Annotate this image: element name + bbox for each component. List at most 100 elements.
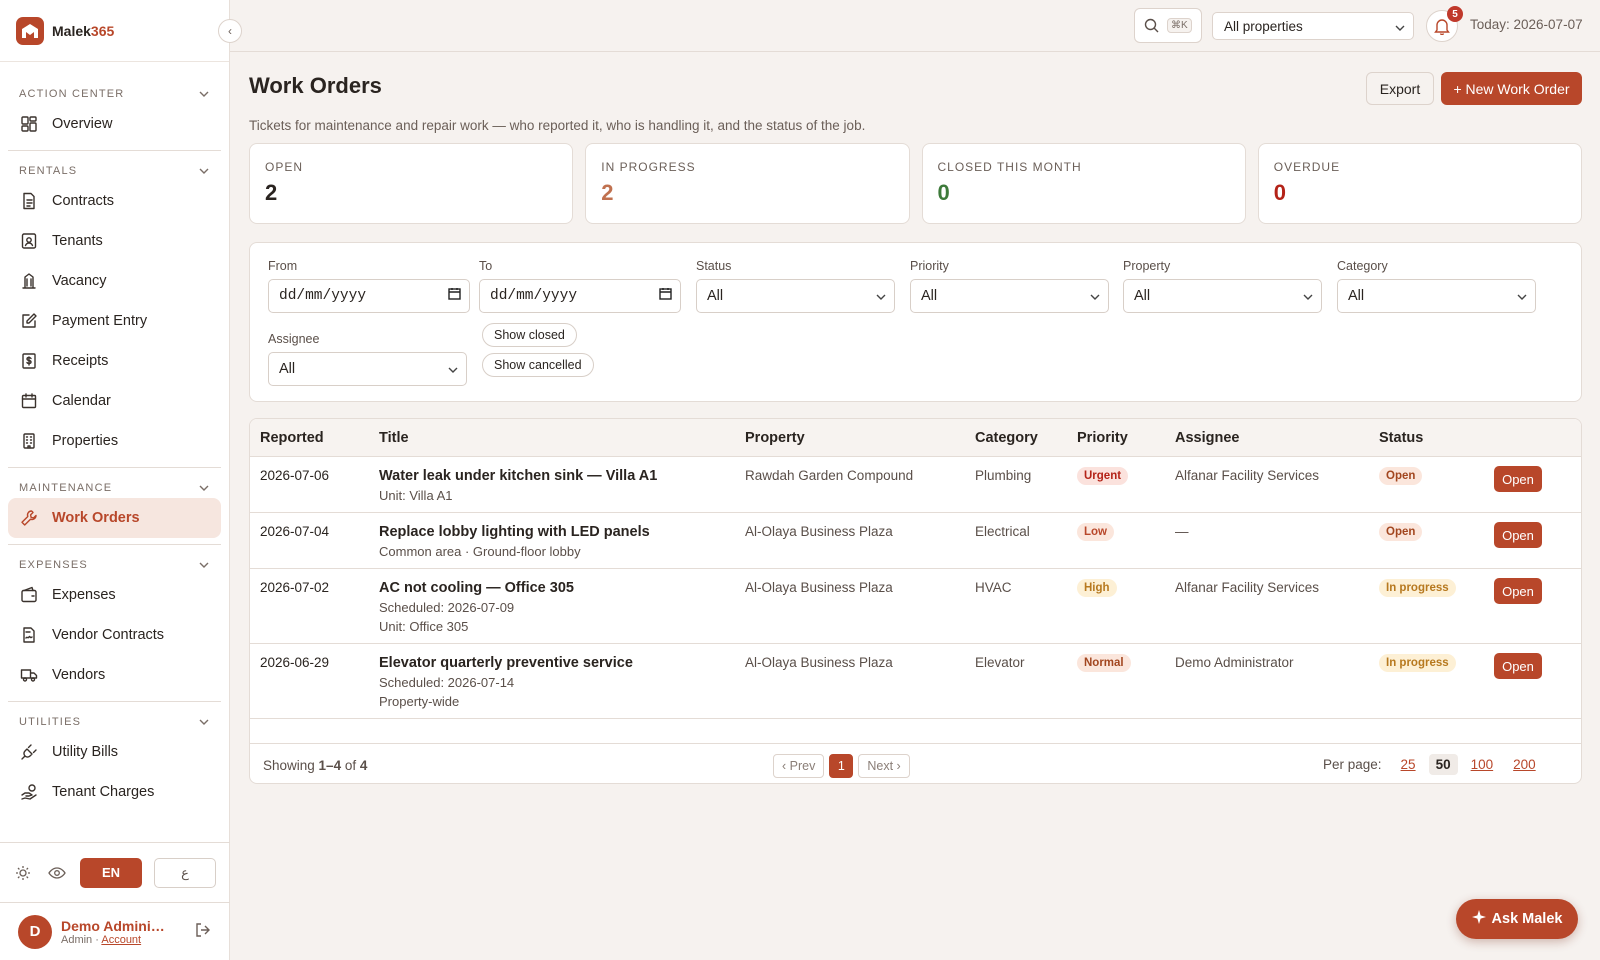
calendar-icon[interactable] [659, 287, 672, 305]
col-category[interactable]: Category [975, 430, 1038, 446]
search-button[interactable]: ⌘K [1134, 8, 1202, 43]
calendar-icon[interactable] [448, 287, 461, 305]
per-page-option[interactable]: 25 [1394, 754, 1423, 775]
page-subtitle: Tickets for maintenance and repair work … [249, 118, 866, 133]
category: Plumbing [975, 468, 1032, 483]
logout-icon[interactable] [194, 921, 212, 942]
eye-icon[interactable] [46, 862, 68, 884]
status-badge: In progress [1379, 654, 1456, 672]
table-row[interactable]: 2026-06-29 Elevator quarterly preventive … [250, 644, 1581, 719]
stat-card: CLOSED THIS MONTH 0 [921, 143, 1246, 224]
nav-section-header[interactable]: UTILITIES [8, 710, 221, 732]
property-select[interactable]: All [1123, 279, 1322, 313]
table-row[interactable]: 2026-07-02 AC not cooling — Office 305 Sch… [250, 569, 1581, 644]
sidebar-item-tenant-charges[interactable]: Tenant Charges [8, 772, 221, 812]
assignee: Demo Administrator [1175, 655, 1294, 670]
table-footer: Showing 1–4 of 4 ‹ Prev 1 Next › Per pag… [250, 743, 1581, 783]
sidebar-nav: ACTION CENTER Overview RENTALS Contracts Ten… [0, 62, 229, 812]
work-order-title[interactable]: Elevator quarterly preventive service [379, 655, 729, 671]
property-name: Al-Olaya Business Plaza [745, 580, 893, 595]
sidebar-item-receipts[interactable]: Receipts [8, 341, 221, 381]
brand[interactable]: Malek365 [0, 0, 229, 62]
sidebar-item-vendors[interactable]: Vendors [8, 655, 221, 695]
page-1-button[interactable]: 1 [829, 754, 854, 778]
per-page-option[interactable]: 50 [1428, 754, 1458, 775]
from-date-input[interactable]: dd/mm/yyyy [268, 279, 470, 313]
export-button[interactable]: Export [1366, 72, 1434, 105]
signed-doc-icon [23, 627, 35, 643]
truck-icon [20, 669, 38, 682]
col-priority[interactable]: Priority [1077, 430, 1128, 446]
priority-cell: Urgent [1077, 467, 1129, 485]
sun-icon[interactable] [12, 862, 34, 884]
open-button[interactable]: Open [1494, 578, 1542, 604]
sidebar-item-properties[interactable]: Properties [8, 421, 221, 461]
per-page-option[interactable]: 200 [1506, 754, 1543, 775]
sidebar-item-vacancy[interactable]: Vacancy [8, 261, 221, 301]
sidebar-item-tenants[interactable]: Tenants [8, 221, 221, 261]
col-reported[interactable]: Reported [260, 430, 324, 446]
per-page-option[interactable]: 100 [1464, 754, 1501, 775]
assignee: Alfanar Facility Services [1175, 468, 1320, 483]
col-property[interactable]: Property [745, 430, 805, 446]
wallet-icon [21, 586, 37, 603]
sidebar-item-work-orders[interactable]: Work Orders [8, 498, 221, 538]
category-select[interactable]: All [1337, 279, 1536, 313]
table-row[interactable]: 2026-07-06 Water leak under kitchen sink … [250, 457, 1581, 513]
chevron-left-icon: ‹ [228, 24, 232, 38]
work-order-title[interactable]: Water leak under kitchen sink — Villa A1 [379, 468, 729, 484]
lang-en-button[interactable]: EN [80, 857, 142, 888]
property-selector[interactable]: All properties [1212, 12, 1414, 40]
work-order-title[interactable]: Replace lobby lighting with LED panels [379, 524, 729, 540]
chevron-down-icon [448, 361, 458, 377]
col-status[interactable]: Status [1379, 430, 1423, 446]
title-cell: Water leak under kitchen sink — Villa A1… [379, 468, 729, 503]
sidebar-collapse-button[interactable]: ‹ [218, 19, 242, 43]
lang-ar-button[interactable]: ع [154, 857, 216, 888]
col-assignee[interactable]: Assignee [1175, 430, 1239, 446]
sidebar-item-calendar[interactable]: Calendar [8, 381, 221, 421]
sidebar-item-utility-bills[interactable]: Utility Bills [8, 732, 221, 772]
account-link[interactable]: Account [101, 934, 141, 946]
work-orders-table: Reported Title Property Category Priorit… [249, 418, 1582, 784]
sidebar-item-expenses[interactable]: Expenses [8, 575, 221, 615]
row-subtitle: Scheduled: 2026-07-14 [379, 675, 515, 690]
sidebar-item-payment-entry[interactable]: Payment Entry [8, 301, 221, 341]
col-title[interactable]: Title [379, 430, 409, 446]
nav-section-header[interactable]: MAINTENANCE [8, 476, 221, 498]
ask-malek-button[interactable]: Ask Malek [1456, 899, 1578, 939]
priority-badge: Low [1077, 523, 1114, 541]
chevron-down-icon [1303, 288, 1313, 304]
from-label: From [268, 259, 298, 273]
reported-date: 2026-07-04 [260, 524, 330, 539]
table-row[interactable]: 2026-07-04 Replace lobby lighting with LE… [250, 513, 1581, 569]
open-button[interactable]: Open [1494, 522, 1542, 548]
show-closed-toggle[interactable]: Show closed [482, 323, 577, 347]
status-cell: Open [1379, 523, 1423, 541]
nav-section-header[interactable]: RENTALS [8, 159, 221, 181]
next-page-button[interactable]: Next › [858, 754, 910, 778]
to-date-input[interactable]: dd/mm/yyyy [479, 279, 681, 313]
new-work-order-button[interactable]: + New Work Order [1441, 72, 1582, 105]
receipt-icon [22, 353, 36, 369]
notifications-button[interactable]: 5 [1426, 6, 1463, 42]
open-button[interactable]: Open [1494, 653, 1542, 679]
nav-section-header[interactable]: ACTION CENTER [8, 82, 221, 104]
stat-label: OVERDUE [1273, 160, 1341, 174]
sidebar-item-overview[interactable]: Overview [8, 104, 221, 144]
assignee-select[interactable]: All [268, 352, 467, 386]
sidebar-item-label: Expenses [52, 587, 116, 603]
sidebar-footer: EN ع D Demo Administrator Admin · Accoun… [0, 842, 230, 960]
priority-select[interactable]: All [910, 279, 1109, 313]
nav-section-header[interactable]: EXPENSES [8, 553, 221, 575]
sidebar-item-vendor-contracts[interactable]: Vendor Contracts [8, 615, 221, 655]
status-select[interactable]: All [696, 279, 895, 313]
work-order-title[interactable]: AC not cooling — Office 305 [379, 580, 729, 596]
open-button[interactable]: Open [1494, 466, 1542, 492]
sidebar-item-contracts[interactable]: Contracts [8, 181, 221, 221]
stat-label: CLOSED THIS MONTH [937, 160, 1082, 174]
show-cancelled-toggle[interactable]: Show cancelled [482, 353, 594, 377]
prev-page-button[interactable]: ‹ Prev [773, 754, 825, 778]
notification-badge: 5 [1447, 6, 1463, 22]
sidebar-item-label: Utility Bills [52, 744, 119, 760]
